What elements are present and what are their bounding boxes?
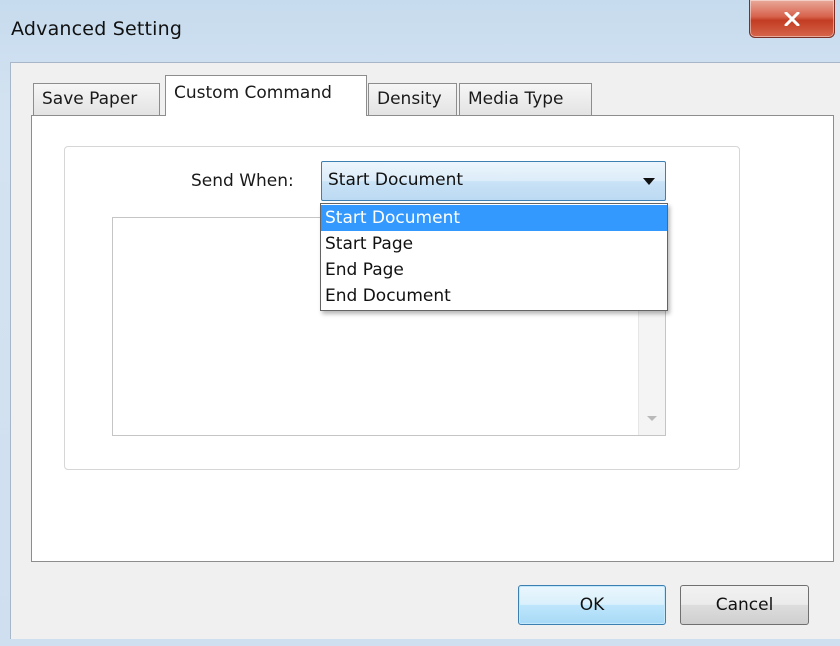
tab-media-type[interactable]: Media Type	[459, 83, 592, 115]
title-bar[interactable]: Advanced Setting	[0, 0, 840, 62]
send-when-value: Start Document	[328, 170, 464, 190]
send-when-label: Send When:	[191, 171, 294, 191]
tab-density[interactable]: Density	[368, 83, 457, 115]
ok-button[interactable]: OK	[518, 585, 666, 625]
scroll-down-arrow-icon[interactable]	[647, 416, 657, 421]
option-start-document[interactable]: Start Document	[321, 205, 667, 231]
window-title: Advanced Setting	[11, 18, 183, 40]
close-button[interactable]	[749, 0, 835, 38]
cancel-button[interactable]: Cancel	[680, 585, 809, 625]
send-when-combobox[interactable]: Start Document	[321, 161, 666, 201]
advanced-setting-dialog: Advanced Setting Save Paper Custom Comma…	[0, 0, 840, 646]
tab-custom-command[interactable]: Custom Command	[165, 75, 367, 116]
custom-command-panel: Send When: Start Document	[31, 115, 834, 562]
tab-save-paper[interactable]: Save Paper	[33, 83, 160, 115]
option-end-page[interactable]: End Page	[321, 257, 667, 283]
send-when-dropdown-list: Start Document Start Page End Page End D…	[320, 203, 668, 311]
option-start-page[interactable]: Start Page	[321, 231, 667, 257]
close-x-icon	[784, 11, 800, 26]
chevron-down-icon[interactable]	[643, 178, 655, 185]
dialog-client-area: Save Paper Custom Command Density Media …	[10, 62, 840, 639]
option-end-document[interactable]: End Document	[321, 283, 667, 309]
